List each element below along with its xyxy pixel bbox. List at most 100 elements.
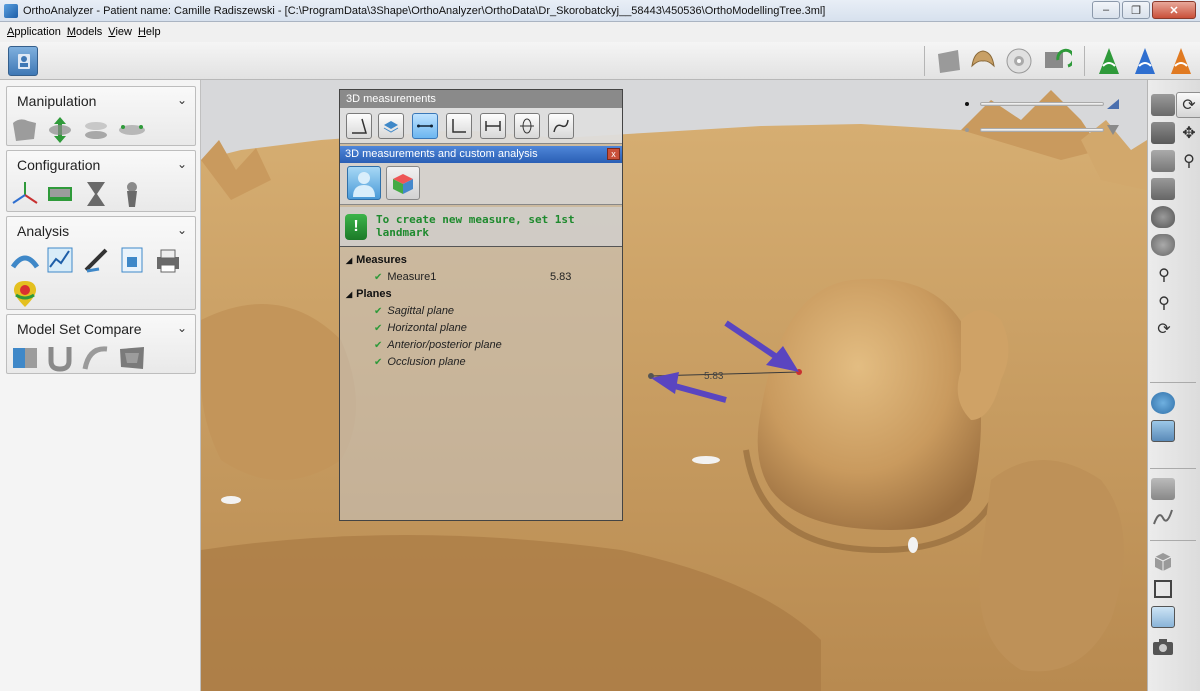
sync-model-icon[interactable]: [1042, 46, 1076, 76]
articulate-icon[interactable]: [117, 115, 147, 145]
zoom-area-button[interactable]: ⚲: [1151, 262, 1177, 288]
curve-measure-button[interactable]: [548, 113, 574, 139]
overlay-icon[interactable]: [45, 343, 75, 373]
zoom-fit-button[interactable]: ⚲: [1151, 290, 1177, 316]
measure-panel-header[interactable]: 3D measurements: [340, 90, 622, 108]
pan-button[interactable]: ✥: [1176, 120, 1200, 146]
menu-application[interactable]: Application: [4, 26, 64, 38]
section-title-analysis[interactable]: Analysis: [17, 223, 69, 239]
section-title-configuration[interactable]: Configuration: [17, 157, 100, 173]
bottom-view-icon[interactable]: [1151, 234, 1175, 256]
menu-view[interactable]: View: [105, 26, 135, 38]
slider-thumb-upper-icon[interactable]: [1105, 95, 1121, 111]
curve-icon[interactable]: [81, 343, 111, 373]
pin-icon[interactable]: [117, 179, 147, 209]
model-clip-icon[interactable]: [1151, 478, 1175, 500]
chevron-down-icon[interactable]: ⌄: [177, 93, 187, 107]
tree-group-planes[interactable]: ◢ Planes: [346, 288, 392, 300]
landmark-orange-icon[interactable]: [1166, 46, 1196, 76]
slider-thumb-lower-icon[interactable]: [1105, 121, 1121, 137]
patient-card-icon[interactable]: [8, 46, 38, 76]
ruler-icon[interactable]: [81, 245, 111, 275]
menu-help[interactable]: Help: [135, 26, 164, 38]
axis-icon[interactable]: [10, 179, 40, 209]
jaw-model-icon[interactable]: [10, 115, 40, 145]
reset-view-button[interactable]: ⟳: [1151, 316, 1177, 342]
maximize-button[interactable]: ❐: [1122, 1, 1150, 19]
chevron-down-icon[interactable]: ⌄: [177, 223, 187, 237]
report-icon[interactable]: [117, 245, 147, 275]
right-view-toolbar: ⟳ ✥ ⚲ ⚲ ⚲ ⟳: [1147, 80, 1200, 691]
base-icon[interactable]: [45, 179, 75, 209]
zoom-button[interactable]: ⚲: [1176, 148, 1200, 174]
chevron-down-icon[interactable]: ⌄: [177, 157, 187, 171]
right-view-icon[interactable]: [1151, 178, 1175, 200]
section-view-icon[interactable]: [1151, 606, 1175, 628]
ortho-analyzer-window: OrthoAnalyzer - Patient name: Camille Ra…: [0, 0, 1200, 691]
colormap-icon[interactable]: [10, 279, 40, 309]
rotate-button[interactable]: ⟳: [1176, 92, 1200, 118]
lower-jaw-toggle-icon[interactable]: [1151, 420, 1175, 442]
minimize-button[interactable]: –: [1092, 1, 1120, 19]
top-view-icon[interactable]: [1151, 206, 1175, 228]
exclamation-icon: !: [345, 214, 367, 240]
angle-measure-button[interactable]: [346, 113, 372, 139]
surface-hole: [692, 456, 720, 464]
perpendicular-measure-button[interactable]: [446, 113, 472, 139]
wire-icon[interactable]: [1151, 506, 1175, 528]
tree-item-measure1[interactable]: ✔ Measure1: [374, 271, 436, 283]
tree-item-occlusion-plane[interactable]: ✔ Occlusion plane: [374, 356, 466, 368]
close-icon[interactable]: x: [607, 148, 620, 160]
tree-collapse-icon[interactable]: ◢: [346, 256, 352, 265]
tree-item-sagittal-plane[interactable]: ✔ Sagittal plane: [374, 305, 454, 317]
patient-analysis-tab[interactable]: [347, 166, 381, 200]
tree-item-horizontal-plane[interactable]: ✔ Horizontal plane: [374, 322, 467, 334]
split-icon[interactable]: [81, 115, 111, 145]
back-view-icon[interactable]: [1151, 122, 1175, 144]
custom-analysis-tab[interactable]: [386, 166, 420, 200]
menu-models[interactable]: Models: [64, 26, 105, 38]
section-title-manipulation[interactable]: Manipulation: [17, 93, 96, 109]
move-arrows-icon[interactable]: [45, 115, 75, 145]
checkmark-icon[interactable]: ✔: [374, 357, 382, 368]
tree-item-anterior-posterior-plane[interactable]: ✔ Anterior/posterior plane: [374, 339, 502, 351]
frame-view-icon[interactable]: [1151, 578, 1175, 600]
section-title-model-set-compare[interactable]: Model Set Compare: [17, 321, 142, 337]
landmark-green-icon[interactable]: [1094, 46, 1124, 76]
arch-icon[interactable]: [10, 245, 40, 275]
checkmark-icon[interactable]: ✔: [374, 340, 382, 351]
printer-icon[interactable]: [153, 245, 183, 275]
left-sidebar: Manipulation ⌄ Configuration ⌄ Analysis …: [0, 80, 201, 691]
model-gray-icon[interactable]: [934, 46, 964, 76]
measure-tree: ◢ Measures ✔ Measure1 5.83 ◢ Planes ✔ Sagitt…: [340, 248, 622, 520]
landmark-blue-icon[interactable]: [1130, 46, 1160, 76]
left-view-icon[interactable]: [1151, 150, 1175, 172]
graph-icon[interactable]: [45, 245, 75, 275]
checkmark-icon[interactable]: ✔: [374, 306, 382, 317]
section-manipulation: Manipulation ⌄: [6, 86, 196, 146]
tree-group-measures[interactable]: ◢ Measures: [346, 254, 407, 266]
projected-distance-button[interactable]: [480, 113, 506, 139]
compare-icon[interactable]: [10, 343, 40, 373]
cube-view-icon[interactable]: [1151, 550, 1175, 572]
surface-icon[interactable]: [117, 343, 147, 373]
tree-collapse-icon[interactable]: ◢: [346, 290, 352, 299]
checkmark-icon[interactable]: ✔: [374, 323, 382, 334]
opacity-slider-upper[interactable]: [980, 102, 1104, 106]
title-bar: OrthoAnalyzer - Patient name: Camille Ra…: [0, 0, 1200, 22]
camera-icon[interactable]: [1151, 636, 1175, 658]
checkmark-icon[interactable]: ✔: [374, 272, 382, 283]
point-plane-distance-button[interactable]: [514, 113, 540, 139]
distance-measure-button[interactable]: [412, 113, 438, 139]
plane-measure-button[interactable]: [378, 113, 404, 139]
front-view-icon[interactable]: [1151, 94, 1175, 116]
section-configuration: Configuration ⌄: [6, 150, 196, 212]
opacity-slider-lower[interactable]: [980, 128, 1104, 132]
chevron-down-icon[interactable]: ⌄: [177, 321, 187, 335]
jaw-gold-icon[interactable]: [968, 46, 998, 76]
upper-jaw-toggle-icon[interactable]: [1151, 392, 1175, 414]
hourglass-icon[interactable]: [81, 179, 111, 209]
close-button[interactable]: ✕: [1152, 1, 1196, 19]
disc-icon[interactable]: [1004, 46, 1034, 76]
toolbar-separator: [924, 46, 925, 76]
